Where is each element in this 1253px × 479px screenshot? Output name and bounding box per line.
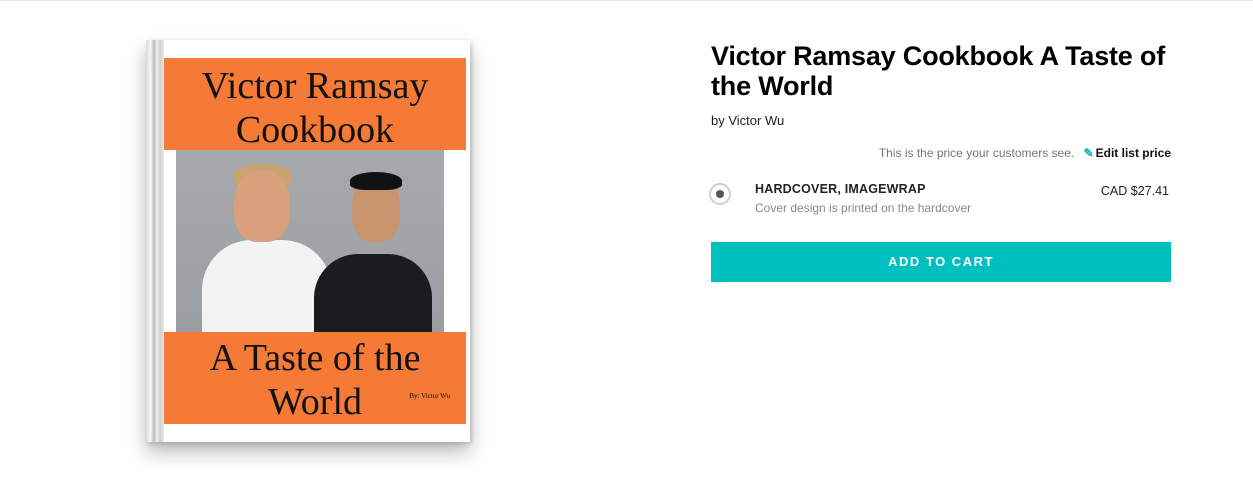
book-front-cover: Victor Ramsay Cookbook A Taste of the Wo… [164, 40, 470, 442]
product-author: by Victor Wu [711, 113, 785, 128]
book-cover-image: Victor Ramsay Cookbook A Taste of the Wo… [146, 40, 470, 442]
photo-person-right-body [314, 254, 432, 332]
photo-person-left-body [202, 240, 332, 332]
top-divider [0, 0, 1253, 1]
cover-title: Victor Ramsay Cookbook [164, 58, 466, 151]
edit-list-price-link[interactable]: ✎ Edit list price [1084, 146, 1171, 160]
format-option-name: HARDCOVER, IMAGEWRAP [755, 182, 926, 196]
price-note-row: This is the price your customers see. ✎ E… [711, 146, 1171, 160]
cover-photo [176, 150, 444, 332]
product-title: Victor Ramsay Cookbook A Taste of the Wo… [711, 41, 1166, 101]
pencil-icon: ✎ [1083, 146, 1094, 160]
radio-selected-dot [716, 190, 724, 198]
add-to-cart-button[interactable]: ADD TO CART [711, 242, 1171, 282]
format-option-hardcover[interactable]: HARDCOVER, IMAGEWRAP Cover design is pri… [707, 180, 1171, 220]
edit-list-price-label: Edit list price [1095, 146, 1171, 160]
cover-subtitle: A Taste of the World By: Victor Wu [164, 332, 466, 424]
book-spine [146, 40, 164, 442]
photo-person-left-head [234, 170, 290, 242]
cover-subtitle-text: A Taste of the World [209, 337, 421, 423]
format-radio[interactable] [709, 183, 731, 205]
photo-person-right-hair [350, 172, 402, 190]
cover-byline: By: Victor Wu [409, 392, 450, 400]
format-option-description: Cover design is printed on the hardcover [755, 201, 972, 215]
price-note: This is the price your customers see. [878, 146, 1075, 160]
format-option-price: CAD $27.41 [1100, 184, 1169, 198]
